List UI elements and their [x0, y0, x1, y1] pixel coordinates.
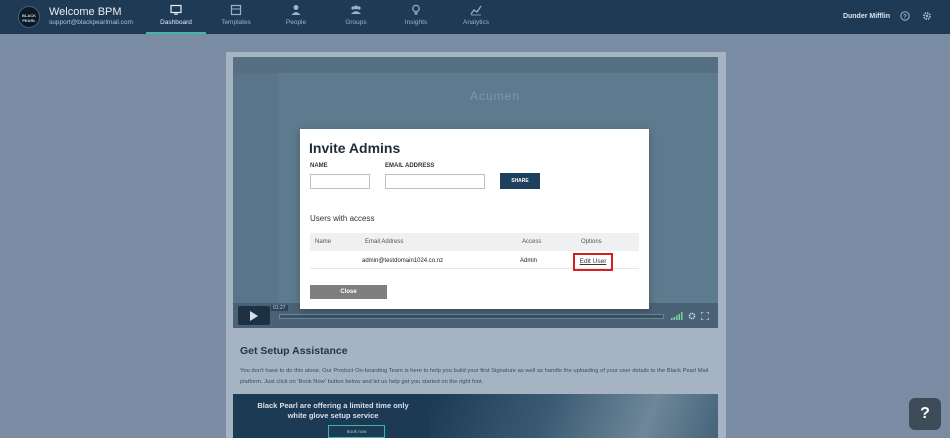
row-access: Admin	[520, 258, 538, 264]
book-now-button[interactable]: Book now	[328, 425, 385, 438]
modal-title: Invite Admins	[309, 140, 401, 156]
top-bar: BLACK PEARL Welcome BPM support@blackpea…	[0, 0, 950, 34]
edit-user-link[interactable]: Edit User	[573, 253, 613, 271]
nav-groups-label: Groups	[345, 19, 367, 26]
play-icon	[250, 311, 258, 321]
close-button[interactable]: Close	[310, 285, 387, 299]
banner-headline-line2: white glove setup service	[287, 411, 379, 420]
setup-assistance-title: Get Setup Assistance	[240, 345, 348, 357]
share-button[interactable]: SHARE	[500, 173, 540, 189]
video-preview-toolbar	[233, 57, 718, 73]
email-label: EMAIL ADDRESS	[385, 163, 435, 169]
nav-dashboard[interactable]: Dashboard	[146, 0, 206, 34]
invite-admins-modal: Invite Admins NAME EMAIL ADDRESS SHARE U…	[300, 129, 649, 309]
gear-icon[interactable]	[922, 11, 932, 21]
help-chat-button[interactable]: ?	[909, 398, 941, 430]
account-email: support@blackpearlmail.com	[49, 19, 133, 26]
name-label: NAME	[310, 163, 328, 169]
nav-analytics-label: Analytics	[462, 19, 489, 26]
video-preview-sidebar	[233, 73, 278, 303]
templates-icon	[230, 4, 242, 16]
nav-analytics[interactable]: Analytics	[446, 0, 506, 34]
nav-insights[interactable]: Insights	[386, 0, 446, 34]
name-input[interactable]	[310, 174, 370, 189]
video-logo: Acumen	[470, 89, 521, 103]
group-icon	[351, 5, 361, 14]
welcome-title: Welcome BPM	[49, 6, 122, 18]
video-time: 01:27	[271, 305, 288, 311]
column-header-access: Access	[522, 239, 542, 245]
video-progress-bar[interactable]	[279, 314, 664, 319]
nav-groups[interactable]: Groups	[326, 0, 386, 34]
nav-people[interactable]: People	[266, 0, 326, 34]
video-settings-icon[interactable]	[688, 312, 696, 320]
nav-people-label: People	[285, 19, 307, 26]
lightbulb-icon	[412, 4, 420, 15]
nav-dashboard-label: Dashboard	[160, 19, 192, 26]
help-icon[interactable]: ?	[900, 11, 910, 21]
nav-templates[interactable]: Templates	[206, 0, 266, 34]
banner-image	[430, 394, 718, 438]
column-header-name: Name	[315, 239, 332, 245]
play-button[interactable]	[238, 306, 270, 325]
nav-insights-label: Insights	[404, 19, 428, 26]
row-email: admin@testdomain1024.co.nz	[362, 258, 444, 264]
company-name[interactable]: Dunder Mifflin	[843, 13, 890, 20]
users-with-access-title: Users with access	[310, 214, 375, 223]
main-nav: Dashboard Templates People Groups Insigh…	[146, 0, 506, 34]
nav-templates-label: Templates	[221, 19, 251, 26]
column-header-options: Options	[581, 239, 602, 245]
svg-text:?: ?	[903, 14, 907, 20]
person-icon	[291, 5, 301, 15]
setup-assistance-text: You don't have to do this alone. Our Pro…	[240, 368, 709, 385]
column-header-email: Email Address	[365, 239, 404, 245]
monitor-icon	[170, 4, 182, 15]
black-pearl-logo[interactable]: BLACK PEARL	[18, 6, 40, 28]
fullscreen-icon[interactable]	[701, 312, 709, 320]
banner-headline-line1: Black Pearl are offering a limited time …	[257, 401, 409, 410]
email-input[interactable]	[385, 174, 485, 189]
line-chart-icon	[470, 5, 482, 16]
volume-icon[interactable]	[671, 312, 683, 320]
